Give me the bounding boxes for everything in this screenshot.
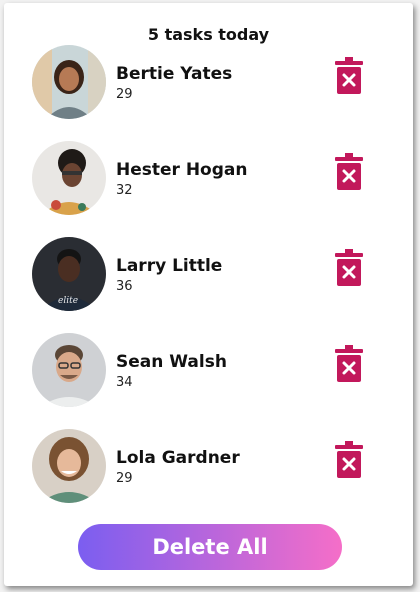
avatar bbox=[32, 333, 106, 407]
delete-item-button[interactable] bbox=[334, 249, 364, 287]
person-name: Sean Walsh bbox=[116, 352, 227, 372]
people-list: Bertie Yates 29 Hester Hogan 32 elite La… bbox=[4, 45, 413, 525]
svg-text:elite: elite bbox=[58, 296, 78, 306]
delete-item-button[interactable] bbox=[334, 153, 364, 191]
person-age: 32 bbox=[116, 183, 133, 198]
person-name: Hester Hogan bbox=[116, 160, 248, 180]
delete-all-button[interactable]: Delete All bbox=[78, 524, 342, 570]
person-name: Larry Little bbox=[116, 256, 223, 276]
delete-item-button[interactable] bbox=[334, 345, 364, 383]
person-name: Bertie Yates bbox=[116, 64, 233, 84]
avatar bbox=[32, 141, 106, 215]
person-age: 34 bbox=[116, 375, 133, 390]
list-item: Bertie Yates 29 bbox=[4, 45, 413, 141]
trash-x-icon bbox=[335, 57, 363, 94]
avatar: elite bbox=[32, 237, 106, 311]
person-age: 29 bbox=[116, 87, 133, 102]
list-item: elite Larry Little 36 bbox=[4, 237, 413, 333]
task-card: 5 tasks today Bertie Yates 29 Hester Hog… bbox=[4, 3, 413, 586]
list-item: Hester Hogan 32 bbox=[4, 141, 413, 237]
page-title: 5 tasks today bbox=[147, 25, 270, 44]
trash-x-icon bbox=[335, 249, 363, 286]
trash-x-icon bbox=[335, 441, 363, 478]
person-age: 29 bbox=[116, 471, 133, 486]
avatar bbox=[32, 429, 106, 503]
trash-x-icon bbox=[335, 153, 363, 190]
person-age: 36 bbox=[116, 279, 133, 294]
list-item: Sean Walsh 34 bbox=[4, 333, 413, 429]
person-name: Lola Gardner bbox=[116, 448, 240, 468]
list-item: Lola Gardner 29 bbox=[4, 429, 413, 525]
trash-x-icon bbox=[335, 345, 363, 382]
avatar bbox=[32, 45, 106, 119]
delete-item-button[interactable] bbox=[334, 441, 364, 479]
delete-item-button[interactable] bbox=[334, 57, 364, 95]
